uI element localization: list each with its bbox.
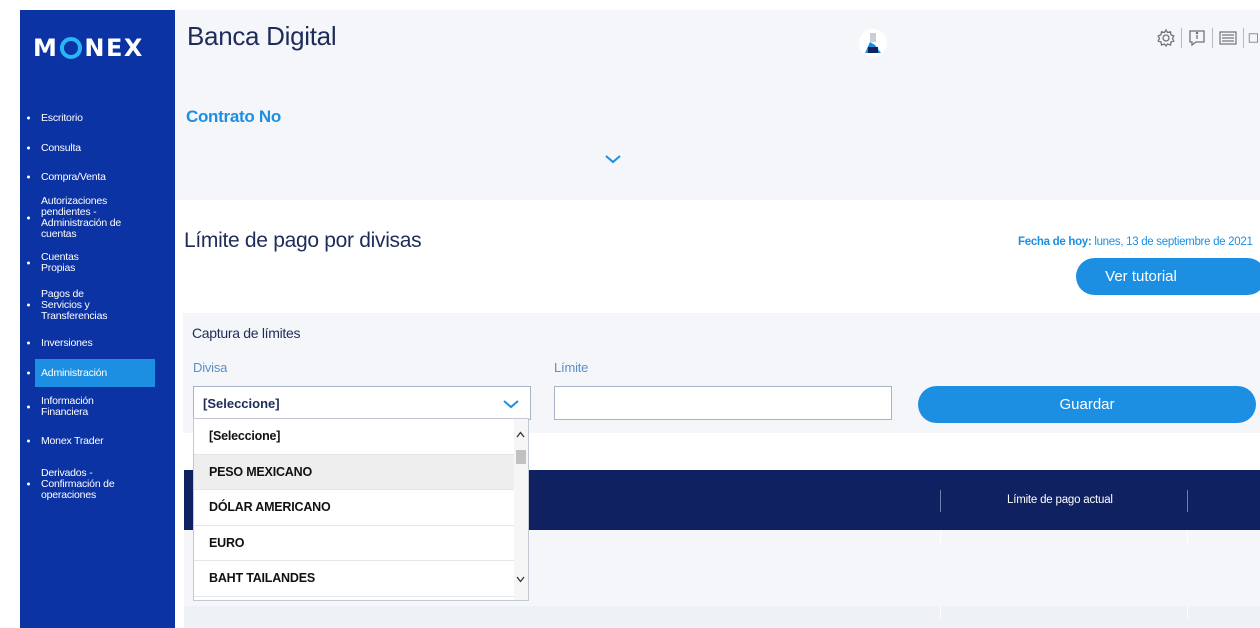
dropdown-option[interactable]: [Seleccione]: [194, 419, 516, 455]
sidebar-item-label: Información Financiera: [41, 395, 94, 418]
divider: [1181, 28, 1182, 48]
sidebar-item-label: Compra/Venta: [41, 170, 106, 183]
logo-text-right: NEX: [84, 34, 144, 62]
sidebar-item-label: Consulta: [41, 141, 81, 154]
dropdown-option[interactable]: DÓLAR AMERICANO: [194, 490, 516, 526]
divider: [1243, 28, 1244, 48]
capture-panel: Captura de límites Divisa Límite [Selecc…: [183, 313, 1260, 433]
scroll-down-icon[interactable]: [516, 576, 525, 583]
header-toolbar: [1155, 27, 1260, 49]
logo-text-left: M: [33, 34, 59, 62]
scrollbar-thumb[interactable]: [516, 450, 526, 464]
monex-logo[interactable]: M NEX: [33, 34, 144, 62]
divider: [1212, 28, 1213, 48]
sidebar-item-label: Monex Trader: [41, 434, 104, 447]
sidebar-item-monex-trader[interactable]: Monex Trader: [20, 431, 175, 451]
sidebar-item-label: Cuentas Propias: [41, 251, 79, 274]
sidebar-item-label: Derivados - Confirmación de operaciones: [41, 466, 115, 501]
bullet-icon: [27, 175, 30, 179]
limit-input[interactable]: [554, 386, 892, 420]
save-button[interactable]: Guardar: [918, 386, 1256, 423]
sidebar-item-label: Administración: [41, 366, 108, 379]
sidebar-item-label: Inversiones: [41, 336, 93, 349]
sidebar-item-cuentas-propias[interactable]: Cuentas Propias: [20, 251, 100, 275]
scroll-up-icon[interactable]: [516, 431, 525, 438]
currency-select-value: [Seleccione]: [203, 395, 280, 411]
dropdown-option-highlighted[interactable]: PESO MEXICANO: [194, 454, 516, 490]
top-header: Banca Digital: [175, 10, 1260, 68]
table-row: [184, 606, 1260, 628]
sidebar-item-consulta[interactable]: Consulta: [20, 138, 175, 158]
today-value: lunes, 13 de septiembre de 2021: [1091, 236, 1253, 248]
logo-ring-icon: [60, 37, 83, 59]
sidebar-item-inversiones[interactable]: Inversiones: [20, 333, 175, 353]
tutorial-button[interactable]: Ver tutorial: [1076, 258, 1260, 295]
settings-icon[interactable]: [1155, 27, 1177, 49]
column-divider: [940, 530, 941, 544]
sidebar-item-escritorio[interactable]: Escritorio: [20, 108, 175, 128]
sidebar-item-derivados[interactable]: Derivados - Confirmación de operaciones: [20, 461, 120, 507]
column-header-limit: Límite de pago actual: [1007, 494, 1113, 506]
bullet-icon: [27, 371, 30, 375]
today-label: Fecha de hoy:: [1018, 236, 1092, 248]
exit-icon[interactable]: [1248, 27, 1260, 49]
contract-title: Contrato No: [186, 107, 281, 126]
limit-label: Límite: [554, 360, 589, 375]
bullet-icon: [27, 439, 30, 443]
app-title: Banca Digital: [187, 21, 337, 51]
sidebar: M NEX Escritorio Consulta Compra/Venta Au…: [20, 10, 175, 628]
dropdown-option[interactable]: BAHT TAILANDES: [194, 561, 516, 597]
chevron-down-icon[interactable]: [603, 152, 623, 166]
chevron-down-icon: [503, 400, 519, 409]
dropdown-option[interactable]: EURO: [194, 526, 516, 561]
sidebar-item-administracion[interactable]: Administración: [27, 359, 155, 387]
page-title: Límite de pago por divisas: [184, 229, 422, 252]
bullet-icon: [27, 146, 30, 150]
sidebar-item-compra-venta[interactable]: Compra/Venta: [20, 167, 175, 187]
news-icon[interactable]: [1217, 27, 1239, 49]
column-divider: [1187, 490, 1188, 512]
column-divider: [940, 606, 941, 618]
bullet-icon: [27, 405, 30, 409]
bullet-icon: [27, 482, 30, 486]
sidebar-item-label: Escritorio: [41, 111, 83, 124]
bullet-icon: [27, 341, 30, 345]
bullet-icon: [27, 216, 30, 220]
currency-dropdown-list[interactable]: [Seleccione] PESO MEXICANO DÓLAR AMERICA…: [193, 418, 529, 601]
sidebar-item-informacion-financiera[interactable]: Información Financiera: [20, 395, 110, 419]
column-divider: [1187, 606, 1188, 618]
contract-selector[interactable]: Contrato No: [175, 68, 1260, 200]
info-icon[interactable]: [1186, 27, 1208, 49]
sidebar-item-pagos[interactable]: Pagos de Servicios y Transferencias: [20, 287, 125, 323]
today-date: Fecha de hoy: lunes, 13 de septiembre de…: [1018, 236, 1253, 248]
currency-label: Divisa: [193, 360, 228, 375]
sidebar-item-label: Autorizaciones pendientes - Administraci…: [41, 195, 122, 240]
bullet-icon: [27, 116, 30, 120]
column-divider: [1187, 530, 1188, 544]
dropdown-scrollbar[interactable]: [514, 419, 528, 600]
sidebar-item-label: Pagos de Servicios y Transferencias: [41, 287, 108, 322]
column-divider: [940, 490, 941, 512]
sidebar-item-autorizaciones[interactable]: Autorizaciones pendientes - Administraci…: [20, 195, 130, 241]
sidebar-nav: Escritorio Consulta Compra/Venta Autoriz…: [20, 108, 175, 507]
bullet-icon: [27, 303, 30, 307]
bullet-icon: [27, 261, 30, 265]
capture-title: Captura de límites: [192, 325, 301, 341]
avatar[interactable]: [859, 29, 887, 57]
currency-select[interactable]: [Seleccione]: [193, 386, 531, 420]
